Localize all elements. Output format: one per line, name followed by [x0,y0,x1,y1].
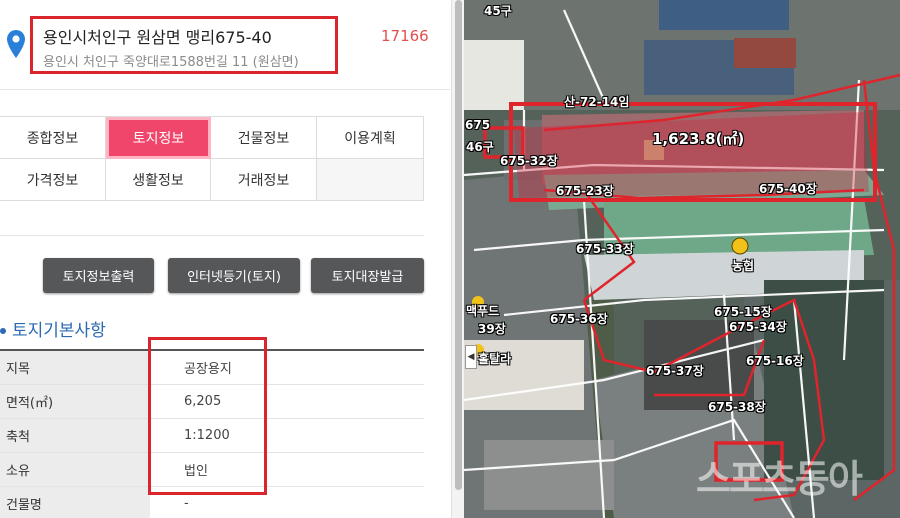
parcel-label: 675-40장 [759,182,817,196]
tab-empty-cell [317,159,424,201]
parcel-label: 675-38장 [708,400,766,414]
row-value: 1:1200 [150,419,424,452]
parcel-label: 675-34장 [729,320,787,334]
tab-land-info[interactable]: 토지정보 [106,117,211,159]
info-tabs: 종합정보 토지정보 건물정보 이용계획 가격정보 생활정보 거래정보 [0,116,424,201]
parcel-label: 675-37장 [646,364,704,378]
parcel-label: 농협 [732,259,755,273]
row-value: 6,205 [150,385,424,418]
scrollbar-thumb[interactable] [455,0,462,490]
parcel-area-label: 1,623.8(㎡) [652,130,745,148]
map-canvas [464,0,900,518]
bullet-icon [0,328,6,334]
nonghyup-marker-icon[interactable] [731,237,749,255]
table-row: 축척 1:1200 [0,419,424,453]
address-road: 용인시 처인구 죽양대로1588번길 11 (원삼면) [43,55,299,70]
parcel-label: 675-33장 [576,242,634,256]
location-pin-icon [7,30,25,58]
table-row: 건물명 - [0,487,424,518]
row-label: 건물명 [0,487,150,518]
parcel-label: 홀탈라 [478,352,512,366]
tab-living-info[interactable]: 생활정보 [106,159,211,201]
internet-registry-button[interactable]: 인터넷등기(토지) [168,258,300,293]
parcel-label: 45구 [484,4,512,18]
section-title: 토지기본사항 [0,316,106,341]
parcel-label: 46구 [466,140,494,154]
postal-code: 17166 [381,27,429,45]
land-basic-table: 지목 공장용지 면적(㎡) 6,205 축척 1:1200 소유 법인 건물명 … [0,349,424,518]
table-row: 면적(㎡) 6,205 [0,385,424,419]
parcel-label: 675-36장 [550,312,608,326]
row-label: 지목 [0,351,150,384]
print-land-info-button[interactable]: 토지정보출력 [43,258,154,293]
divider [0,235,424,236]
parcel-label: 맥푸드 [466,304,500,318]
row-label: 축척 [0,419,150,452]
parcel-label: 675-23장 [556,184,614,198]
row-label: 면적(㎡) [0,385,150,418]
section-title-text: 토지기본사항 [12,321,106,341]
table-row: 소유 법인 [0,453,424,487]
address-row: 용인시처인구 원삼면 맹리675-40 용인시 처인구 죽양대로1588번길 1… [0,0,450,90]
parcel-label: 675-16장 [746,354,804,368]
satellite-map[interactable]: ◀ 45구산-72-14임 46구 675 675-32장 675-23장 675-40장… [464,0,900,518]
watermark-logo: 스포츠동아 [696,457,863,501]
parcel-label: 675-32장 [500,154,558,168]
address-main: 용인시처인구 원삼면 맹리675-40 [43,28,272,47]
row-value: 법인 [150,453,424,486]
tab-land-use-plan[interactable]: 이용계획 [317,117,424,159]
tab-building-info[interactable]: 건물정보 [211,117,317,159]
table-row: 지목 공장용지 [0,351,424,385]
parcel-label: 39장 [478,322,506,336]
row-value: 공장용지 [150,351,424,384]
tab-general-info[interactable]: 종합정보 [0,117,106,159]
parcel-label: 산-72-14임 [564,95,630,109]
land-info-panel: 용인시처인구 원삼면 맹리675-40 용인시 처인구 죽양대로1588번길 1… [0,0,450,518]
tab-price-info[interactable]: 가격정보 [0,159,106,201]
panel-scrollbar[interactable] [451,0,464,518]
land-ledger-button[interactable]: 토지대장발급 [311,258,424,293]
tab-transaction-info[interactable]: 거래정보 [211,159,317,201]
row-value: - [150,487,424,518]
row-label: 소유 [0,453,150,486]
collapse-panel-icon[interactable]: ◀ [465,345,477,369]
parcel-label: 675 [465,118,491,132]
